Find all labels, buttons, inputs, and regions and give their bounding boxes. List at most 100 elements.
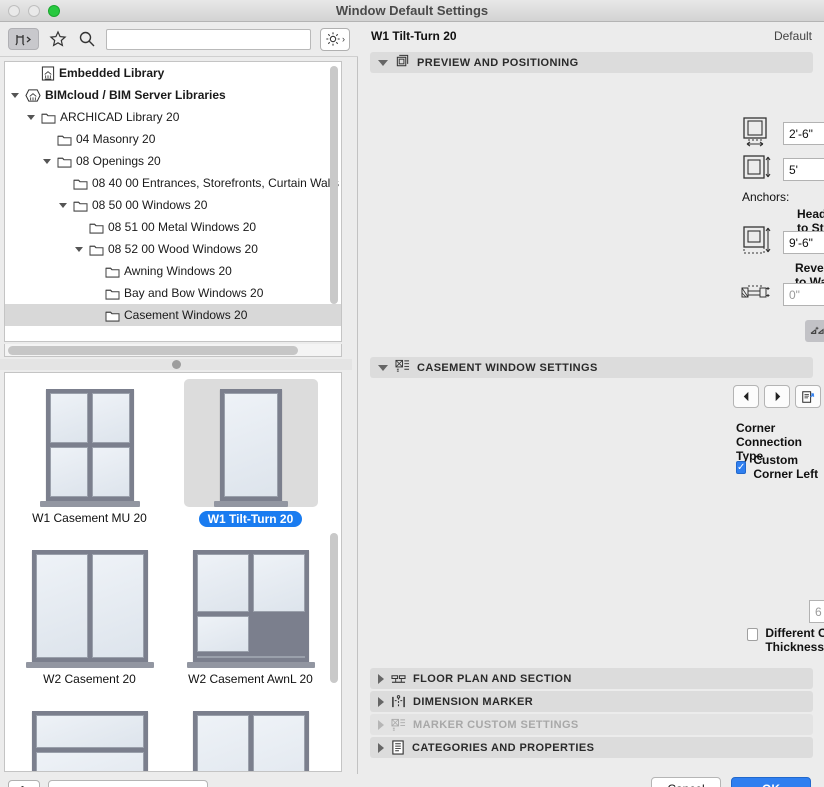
custom-corner-left-row[interactable]: ✓ Custom Corner Left [736,453,824,481]
thumbnail-item[interactable] [170,701,331,771]
chevron-down-icon[interactable] [41,158,53,164]
close-window-button[interactable] [8,4,20,17]
thumbnail-item[interactable]: W2 Casement 20 [9,540,170,701]
tree-item-label: 08 40 00 Entrances, Storefronts, Curtain… [92,176,340,190]
tree-item-label: 08 50 00 Windows 20 [92,198,208,212]
settings-gear-button[interactable]: › [320,27,350,51]
section-title: CATEGORIES AND PROPERTIES [412,741,595,754]
thumbnail-image[interactable] [23,379,157,507]
different-wall-thickness-left-row[interactable]: Different Connecting Wall Thickness [747,626,824,654]
object-tool-button[interactable] [8,28,39,50]
tree-horizontal-scrollbar[interactable] [4,344,342,357]
object-name-label: W1 Tilt-Turn 20 [371,29,457,43]
splitter-grip[interactable] [171,360,181,369]
tree-item-label: Casement Windows 20 [124,308,248,322]
minimize-window-button[interactable] [28,4,40,17]
tree-item[interactable]: Bay and Bow Windows 20 [5,282,341,304]
tree-item[interactable]: Casement Windows 20 [5,304,341,326]
tree-item-label: Awning Windows 20 [124,264,232,278]
folder-icon [57,155,72,168]
section-header-casement-window-settings[interactable]: CASEMENT WINDOW SETTINGS [370,357,813,378]
tree-item-label: Bay and Bow Windows 20 [124,286,264,300]
chevron-down-icon[interactable] [25,114,37,120]
tree-item[interactable]: 08 50 00 Windows 20 [5,194,341,216]
library-toolbar: › [0,22,358,57]
window-default-settings-dialog: Window Default Settings › Embedded Libra… [0,0,824,787]
section-header-dimension-marker[interactable]: DIMENSION MARKER [370,691,813,712]
tree-item-label: BIMcloud / BIM Server Libraries [45,88,226,102]
tree-item[interactable]: Awning Windows 20 [5,260,341,282]
tree-item[interactable]: 08 51 00 Metal Windows 20 [5,216,341,238]
reveal-value-row: 0" [740,280,824,309]
library-bottom-bar: › Empty Opening [0,774,358,787]
tree-item-label: ARCHICAD Library 20 [60,110,180,124]
tree-item-label: 08 52 00 Wood Windows 20 [108,242,258,256]
tree-item[interactable]: BIMcloud / BIM Server Libraries [5,84,341,106]
panel-splitter[interactable] [0,359,352,370]
folder-icon [105,309,120,322]
thumbnail-item[interactable]: W1 Tilt-Turn 20 [170,379,331,540]
tree-item[interactable]: Embedded Library [5,62,341,84]
thumbnail-image[interactable] [23,701,157,771]
zoom-window-button[interactable] [48,4,60,17]
next-object-button[interactable] [764,385,790,408]
tree-item[interactable]: 08 52 00 Wood Windows 20 [5,238,341,260]
jump-to-page-button[interactable] [795,385,821,408]
thumbnail-item[interactable]: W2 Casement AwnL 20 [170,540,331,701]
folder-icon [73,199,88,212]
window-width-field[interactable]: 2'-6" [783,122,824,145]
tree-item-label: 08 Openings 20 [76,154,161,168]
casement-navigation-row: Custom Corner... › [733,385,824,408]
different-wall-thickness-left-checkbox[interactable] [747,628,759,641]
anchor-position-buttons [805,320,824,342]
empty-opening-button[interactable]: Empty Opening [48,779,208,787]
folder-icon [89,221,104,234]
different-wall-thickness-left-label: Different Connecting Wall Thickness [765,626,824,654]
ok-button[interactable]: OK [731,777,811,787]
title-bar: Window Default Settings [0,0,824,22]
object-thumbnail-browser[interactable]: W1 Casement MU 20 W1 Tilt-Turn 20 W2 Casem… [4,372,342,772]
anchor-value-field[interactable]: 9'-6" [783,231,824,254]
window-width-icon [740,115,774,152]
search-input[interactable] [106,28,311,50]
tree-item[interactable]: 08 Openings 20 [5,150,341,172]
chevron-down-icon[interactable] [57,202,69,208]
section-header-floor-plan-and-section[interactable]: FLOOR PLAN AND SECTION [370,668,813,689]
library-manager-button[interactable]: › [8,779,40,787]
section-header-preview-and-positioning[interactable]: PREVIEW AND POSITIONING [370,52,813,73]
tree-item[interactable]: 04 Masonry 20 [5,128,341,150]
thumbnail-item[interactable]: W1 Casement MU 20 [9,379,170,540]
anchors-label: Anchors: [742,190,790,204]
tree-item-label: 04 Masonry 20 [76,132,156,146]
server-library-icon [25,88,41,103]
thumbnails-vertical-scrollbar[interactable] [330,533,338,683]
tree-item[interactable]: ARCHICAD Library 20 [5,106,341,128]
thumbnail-caption: W2 Casement AwnL 20 [188,672,313,686]
tree-vertical-scrollbar[interactable] [330,66,338,304]
anchor-center-icon[interactable] [805,320,824,342]
library-tree[interactable]: Embedded Library BIMcloud / BIM Server Li… [4,61,342,342]
favorites-icon[interactable] [48,29,68,49]
previous-object-button[interactable] [733,385,759,408]
chevron-down-icon[interactable] [73,246,85,252]
chevron-right-icon [378,742,384,753]
thumbnail-image[interactable] [183,379,318,507]
window-height-field[interactable]: 5' [783,158,824,181]
cancel-button[interactable]: Cancel [651,777,721,787]
search-icon[interactable] [77,29,97,49]
thumbnail-image[interactable] [23,540,157,668]
thumbnail-item[interactable] [9,701,170,771]
scrollbar-thumb[interactable] [8,346,298,355]
dialog-footer: Cancel OK [359,777,824,787]
collapsed-sections-list: FLOOR PLAN AND SECTION DIMENSION MARKER MA… [370,668,813,760]
chevron-down-icon[interactable] [9,92,21,98]
reveal-value-field[interactable]: 0" [783,283,824,306]
tree-item[interactable]: 08 40 00 Entrances, Storefronts, Curtain… [5,172,341,194]
thumbnail-image[interactable] [184,701,318,771]
marker-settings-icon [391,718,406,732]
corner-offset-field[interactable]: 6 15/16" [809,600,824,623]
section-header-categories-and-properties[interactable]: CATEGORIES AND PROPERTIES [370,737,813,758]
thumbnail-image[interactable] [184,540,318,668]
folder-icon [41,111,56,124]
custom-corner-left-checkbox[interactable]: ✓ [736,460,747,474]
